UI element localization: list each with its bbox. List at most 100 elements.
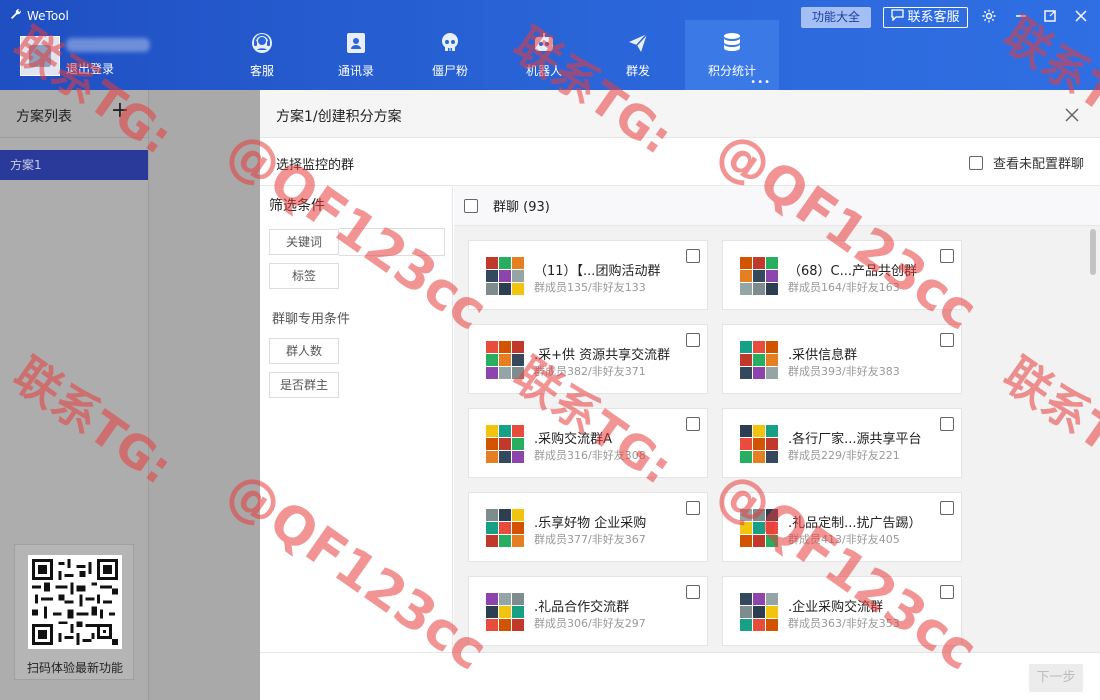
group-card[interactable]: .礼品定制...扰广告踢） 群成员413/非好友405	[722, 492, 962, 562]
group-name: .采+供 资源共享交流群	[534, 348, 671, 363]
nav-item-contacts[interactable]: 通讯录	[309, 20, 403, 90]
keyword-filter-button[interactable]: 关键词	[269, 229, 339, 255]
robot-icon	[533, 32, 555, 54]
group-select-checkbox[interactable]	[686, 333, 700, 347]
group-member-stats: 群成员363/非好友353	[788, 617, 900, 630]
nav-label: 机器人	[525, 64, 562, 78]
filter-title: 筛选条件	[269, 198, 325, 214]
close-window-icon[interactable]	[1071, 6, 1091, 26]
group-name: .礼品合作交流群	[534, 600, 630, 615]
group-select-checkbox[interactable]	[686, 417, 700, 431]
nav-more[interactable]: •••	[750, 77, 771, 88]
nav-label: 积分统计	[707, 64, 756, 78]
group-avatar	[740, 341, 778, 379]
qr-code	[28, 555, 122, 649]
create-plan-dialog: 方案1/创建积分方案 选择监控的群 查看未配置群聊 筛选条件 关键词 标签 群聊…	[260, 90, 1100, 700]
select-groups-label: 选择监控的群	[276, 158, 355, 173]
next-step-button[interactable]: 下一步	[1029, 664, 1083, 692]
select-all-checkbox[interactable]	[464, 198, 478, 213]
group-member-stats: 群成员316/非好友308	[534, 449, 646, 462]
group-select-checkbox[interactable]	[940, 249, 954, 263]
scrollbar-thumb[interactable]	[1090, 229, 1096, 275]
group-select-checkbox[interactable]	[686, 585, 700, 599]
view-unconfigured-label: 查看未配置群聊	[992, 157, 1084, 172]
plan-item-1[interactable]: 方案1	[0, 150, 148, 180]
is-owner-filter-button[interactable]: 是否群主	[269, 372, 339, 398]
plan-list-title: 方案列表	[16, 109, 72, 125]
group-member-stats: 群成员229/非好友221	[788, 449, 900, 462]
group-member-stats: 群成员393/非好友383	[788, 365, 900, 378]
skull-icon	[439, 32, 461, 54]
group-avatar	[486, 341, 524, 379]
group-select-checkbox[interactable]	[686, 249, 700, 263]
minimize-icon[interactable]	[1011, 6, 1031, 26]
maximize-icon[interactable]	[1040, 6, 1060, 26]
keyword-input[interactable]	[339, 228, 445, 256]
nav-item-support[interactable]: 客服	[215, 20, 309, 90]
group-card[interactable]: .乐享好物 企业采购 群成员377/非好友367	[468, 492, 708, 562]
group-card[interactable]: （68）C...产品共创群 群成员164/非好友163	[722, 240, 962, 310]
support-button[interactable]: 联系客服	[883, 7, 968, 28]
main-nav: 客服 通讯录 僵尸粉 机器人 群发 积分统计 •••	[215, 20, 779, 90]
app-title-text: WeTool	[27, 8, 69, 23]
features-button[interactable]: 功能大全	[801, 7, 871, 28]
group-select-checkbox[interactable]	[940, 585, 954, 599]
group-avatar	[740, 425, 778, 463]
tag-filter-button[interactable]: 标签	[269, 263, 339, 289]
avatar[interactable]	[20, 36, 60, 76]
member-count-filter-button[interactable]: 群人数	[269, 338, 339, 364]
logout-link[interactable]: 退出登录	[66, 60, 114, 77]
group-member-stats: 群成员377/非好友367	[534, 533, 646, 546]
dialog-title: 方案1/创建积分方案	[276, 109, 402, 125]
group-card[interactable]: .各行厂家...源共享平台 群成员229/非好友221	[722, 408, 962, 478]
dialog-footer: 下一步	[260, 652, 1100, 700]
group-card[interactable]: .采供信息群群成员393/非好友383	[722, 324, 962, 394]
close-icon[interactable]	[1060, 103, 1084, 127]
group-avatar	[740, 257, 778, 295]
group-member-stats: 群成员135/非好友133	[534, 281, 646, 294]
chat-icon	[891, 8, 905, 27]
group-select-checkbox[interactable]	[940, 417, 954, 431]
nav-item-zombie[interactable]: 僵尸粉	[403, 20, 497, 90]
group-list-panel: 群聊 (93) （11）【...团购活动群 群成员135/非好友133 （68）C.…	[454, 186, 1100, 652]
group-member-stats: 群成员164/非好友163	[788, 281, 900, 294]
group-card[interactable]: （11）【...团购活动群 群成员135/非好友133	[468, 240, 708, 310]
group-list-header: 群聊 (93)	[454, 186, 1100, 226]
send-icon	[627, 32, 649, 54]
group-name: .各行厂家...源共享平台	[788, 432, 922, 447]
group-member-stats: 群成员306/非好友297	[534, 617, 646, 630]
group-select-checkbox[interactable]	[940, 333, 954, 347]
view-unconfigured-checkbox[interactable]	[968, 155, 983, 170]
username-blurred	[66, 38, 150, 52]
nav-item-points[interactable]: 积分统计 •••	[685, 20, 779, 90]
group-card[interactable]: .采+供 资源共享交流群 群成员382/非好友371	[468, 324, 708, 394]
view-unconfigured-toggle[interactable]: 查看未配置群聊	[968, 153, 1084, 172]
group-member-stats: 群成员382/非好友371	[534, 365, 646, 378]
group-select-checkbox[interactable]	[940, 501, 954, 515]
scrollbar-track[interactable]	[1088, 226, 1100, 652]
group-avatar	[486, 509, 524, 547]
group-avatar	[486, 257, 524, 295]
dialog-header: 方案1/创建积分方案	[260, 90, 1100, 138]
qr-caption: 扫码体验最新功能	[26, 661, 123, 675]
group-avatar	[740, 593, 778, 631]
group-avatar	[486, 593, 524, 631]
headset-icon	[251, 32, 273, 54]
qr-promo: 扫码体验最新功能	[14, 544, 134, 680]
app-title: WeTool	[10, 8, 69, 23]
nav-label: 客服	[249, 64, 274, 78]
nav-item-broadcast[interactable]: 群发	[591, 20, 685, 90]
group-card[interactable]: .采购交流群A 群成员316/非好友308	[468, 408, 708, 478]
nav-label: 通讯录	[337, 64, 374, 78]
group-avatar	[486, 425, 524, 463]
nav-item-robot[interactable]: 机器人	[497, 20, 591, 90]
group-select-checkbox[interactable]	[686, 501, 700, 515]
group-card[interactable]: .企业采购交流群 群成员363/非好友353	[722, 576, 962, 646]
plan-list-panel: 方案列表 + 方案1 扫码体验最新功能	[0, 90, 149, 700]
settings-icon[interactable]	[979, 6, 999, 26]
group-name: .采供信息群	[788, 348, 858, 363]
database-icon	[721, 32, 743, 54]
group-card[interactable]: .礼品合作交流群群成员306/非好友297	[468, 576, 708, 646]
support-button-label: 联系客服	[907, 10, 960, 25]
add-plan-button[interactable]: +	[110, 100, 130, 122]
